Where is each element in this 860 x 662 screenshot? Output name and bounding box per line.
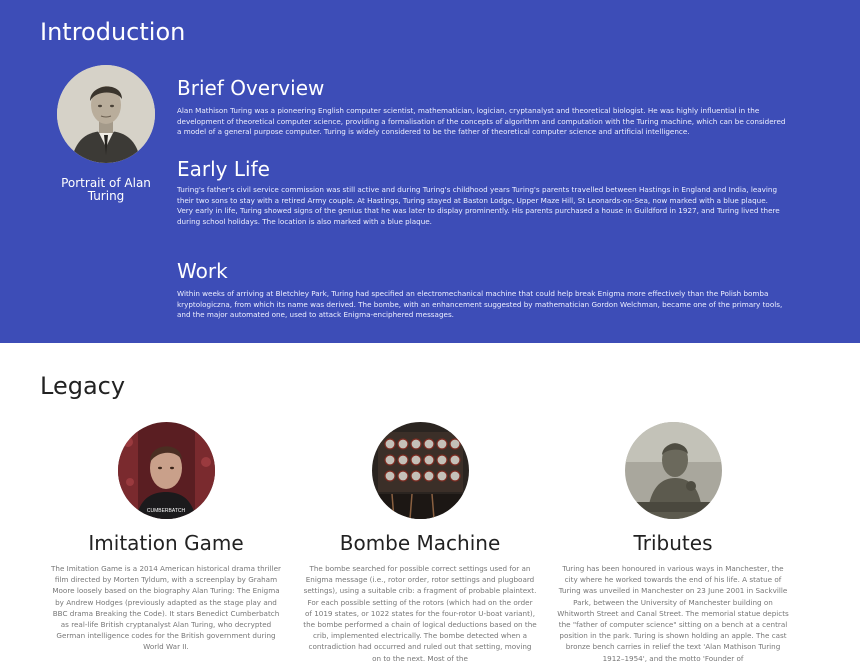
early-life-paragraph-2: Very early in life, Turing showed signs … [177, 206, 780, 226]
brief-overview-text: Alan Mathison Turing was a pioneering En… [177, 106, 787, 138]
bombe-machine-image [372, 422, 469, 519]
turing-portrait-image [57, 65, 155, 163]
early-life-text: Turing's father's civil service commissi… [177, 185, 787, 227]
imitation-game-poster-image: CUMBERBATCH [118, 422, 215, 519]
work-paragraph: Within weeks of arriving at Bletchley Pa… [177, 289, 783, 320]
introduction-heading: Introduction [40, 18, 186, 46]
legacy-heading: Legacy [40, 372, 126, 400]
bombe-machine-text: The bombe searched for possible correct … [303, 564, 537, 662]
bombe-machine-title: Bombe Machine [339, 531, 501, 555]
portrait-caption: Portrait of Alan Turing [61, 176, 151, 203]
work-text: Within weeks of arriving at Bletchley Pa… [177, 289, 787, 321]
work-heading: Work [177, 259, 228, 283]
imitation-game-title: Imitation Game [88, 531, 244, 555]
early-life-heading: Early Life [177, 157, 270, 181]
introduction-section: Introduction Portrait of Alan Turing Bri… [0, 0, 860, 343]
poster-name-text: CUMBERBATCH [147, 508, 186, 514]
brief-overview-heading: Brief Overview [177, 76, 325, 100]
turing-statue-image [625, 422, 722, 519]
early-life-paragraph-1: Turing's father's civil service commissi… [177, 185, 778, 205]
brief-overview-paragraph: Alan Mathison Turing was a pioneering En… [177, 106, 786, 137]
tributes-title: Tributes [633, 531, 713, 555]
imitation-game-text: The Imitation Game is a 2014 American hi… [51, 564, 281, 652]
tributes-text: Turing has been honoured in various ways… [557, 564, 789, 662]
